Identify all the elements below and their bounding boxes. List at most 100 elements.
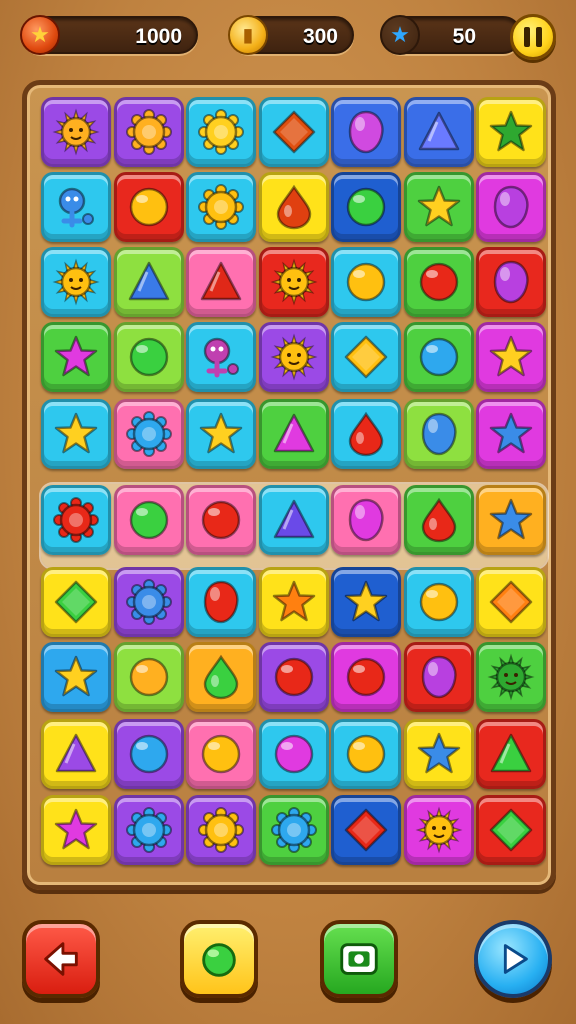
pause-icon (524, 27, 530, 47)
tile-star[interactable] (403, 719, 474, 789)
tile-star[interactable] (41, 795, 111, 865)
tile-diamond[interactable] (41, 567, 111, 637)
tile-star[interactable] (476, 322, 546, 392)
tile-gear[interactable] (41, 485, 111, 555)
camera-button[interactable] (320, 920, 398, 998)
tile-triangle[interactable] (258, 485, 329, 555)
star-icon (54, 808, 98, 850)
tile-drop[interactable] (331, 399, 401, 469)
tile-gear[interactable] (186, 97, 256, 167)
tile-circle[interactable] (403, 247, 474, 317)
tile-circle[interactable] (113, 642, 184, 712)
tile-gear[interactable] (186, 172, 256, 242)
score-counter: ★ 1000 (20, 15, 198, 55)
star-icon (489, 498, 533, 540)
tile-circle[interactable] (113, 172, 184, 242)
tile-sun[interactable] (476, 642, 546, 712)
tile-creature[interactable] (41, 172, 111, 242)
tile-triangle[interactable] (41, 719, 111, 789)
triangle-icon (273, 499, 314, 539)
tile-diamond[interactable] (258, 97, 329, 167)
tile-gear[interactable] (258, 795, 329, 865)
moves-value: 50 (452, 25, 476, 48)
tile-star[interactable] (186, 399, 256, 469)
tile-circle[interactable] (331, 172, 401, 242)
tile-diamond[interactable] (331, 322, 401, 392)
tile-gear[interactable] (113, 795, 184, 865)
tile-star[interactable] (476, 485, 546, 555)
circle-icon (419, 262, 458, 302)
gear-icon (125, 807, 172, 853)
triangle-icon (490, 733, 532, 773)
tile-circle[interactable] (258, 642, 329, 712)
hint-button[interactable] (180, 920, 258, 998)
tile-gem[interactable] (476, 247, 546, 317)
tile-triangle[interactable] (113, 247, 184, 317)
tile-circle[interactable] (403, 567, 474, 637)
tile-circle[interactable] (186, 719, 256, 789)
star-icon (344, 580, 388, 622)
gem-icon (493, 260, 529, 304)
star-icon: ★ (20, 15, 60, 55)
tile-creature[interactable] (186, 322, 256, 392)
tile-drop[interactable] (258, 172, 329, 242)
tile-drop[interactable] (403, 485, 474, 555)
tile-gear[interactable] (186, 795, 256, 865)
pause-button[interactable] (510, 14, 556, 60)
diamond-icon (489, 808, 533, 852)
tile-gem[interactable] (331, 485, 401, 555)
tile-triangle[interactable] (476, 719, 546, 789)
tile-gem[interactable] (476, 172, 546, 242)
gem-icon (203, 580, 239, 624)
tile-circle[interactable] (331, 642, 401, 712)
moves-counter: ★ 50 (380, 15, 522, 55)
tile-circle[interactable] (258, 719, 329, 789)
tile-gear[interactable] (113, 97, 184, 167)
triangle-icon (128, 261, 169, 301)
tile-circle[interactable] (113, 485, 184, 555)
tile-circle[interactable] (331, 719, 401, 789)
tile-star[interactable] (41, 642, 111, 712)
tile-star[interactable] (41, 399, 111, 469)
back-button[interactable] (22, 920, 100, 998)
gear-icon (198, 109, 244, 155)
tile-drop[interactable] (186, 642, 256, 712)
tile-diamond[interactable] (476, 567, 546, 637)
gear-icon (53, 497, 99, 543)
tile-star[interactable] (403, 172, 474, 242)
tile-circle[interactable] (186, 485, 256, 555)
coin-value: 300 (302, 25, 338, 48)
tile-sun[interactable] (41, 247, 111, 317)
tile-sun[interactable] (403, 795, 474, 865)
tile-circle[interactable] (113, 719, 184, 789)
circle-icon (274, 657, 313, 697)
play-icon (503, 944, 528, 974)
tile-sun[interactable] (258, 247, 329, 317)
tile-gem[interactable] (186, 567, 256, 637)
tile-circle[interactable] (403, 322, 474, 392)
tile-circle[interactable] (113, 322, 184, 392)
diamond-icon (344, 808, 388, 852)
tile-gem[interactable] (403, 399, 474, 469)
tile-star[interactable] (476, 399, 546, 469)
tile-gear[interactable] (113, 399, 184, 469)
tile-triangle[interactable] (258, 399, 329, 469)
tile-star[interactable] (476, 97, 546, 167)
star-icon (489, 335, 533, 377)
play-button[interactable] (474, 920, 552, 998)
tile-sun[interactable] (258, 322, 329, 392)
gem-icon (421, 412, 457, 456)
tile-triangle[interactable] (403, 97, 474, 167)
tile-star[interactable] (331, 567, 401, 637)
tile-sun[interactable] (41, 97, 111, 167)
tile-gem[interactable] (331, 97, 401, 167)
tile-star[interactable] (258, 567, 329, 637)
tile-star[interactable] (41, 322, 111, 392)
tile-diamond[interactable] (476, 795, 546, 865)
tile-gear[interactable] (113, 567, 184, 637)
tile-gem[interactable] (403, 642, 474, 712)
tile-circle[interactable] (331, 247, 401, 317)
hint-gem-icon (202, 943, 236, 977)
tile-triangle[interactable] (186, 247, 256, 317)
tile-diamond[interactable] (331, 795, 401, 865)
